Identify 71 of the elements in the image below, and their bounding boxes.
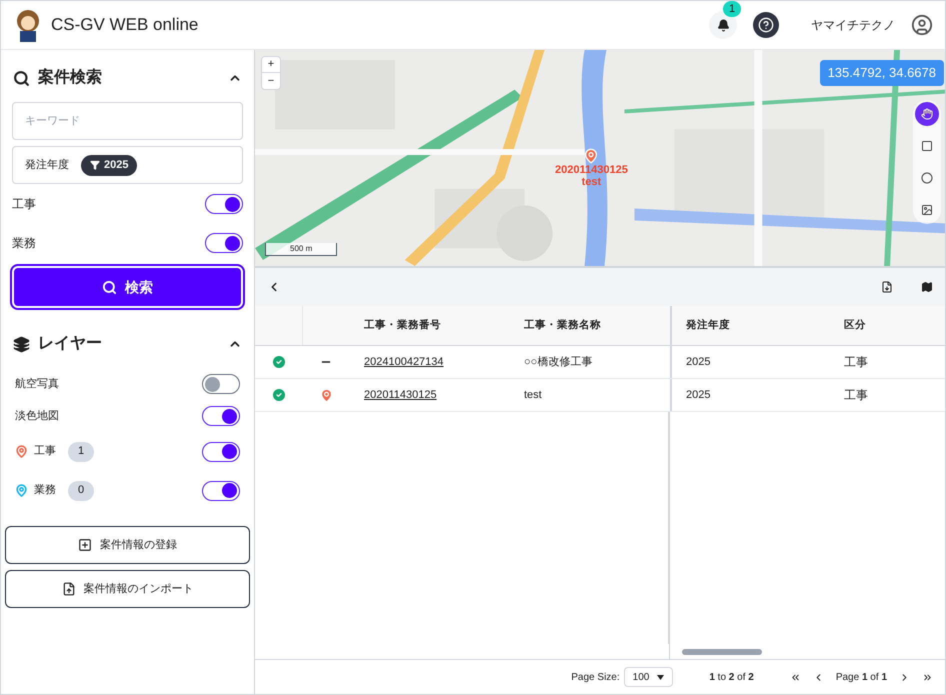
table-cell-text: 工事 [843,354,869,371]
project-number-link[interactable]: 202011430125 [350,386,510,404]
coordinates-label: 135.4792, 34.6678 [820,60,944,86]
toggle-switch[interactable] [202,480,240,500]
toggle-switch[interactable] [205,233,243,253]
count-badge: 0 [68,480,94,500]
table-cell-text: ○○橋改修工事 [523,354,594,370]
action-button[interactable]: 案件情報のインポート [5,570,250,608]
layer-label: 淡色地図 [15,408,59,424]
action-button[interactable]: 案件情報の登録 [5,526,250,564]
toggle-label: 業務 [12,235,36,252]
section-title: レイヤー [38,334,102,354]
layer-label: 工事 [34,444,56,460]
table-cell-text: 工事 [843,387,869,404]
toggle-switch[interactable] [202,406,240,426]
search-icon [102,280,117,294]
filter-label: 発注年度 [25,158,69,173]
notification-count: 1 [723,1,742,17]
page-size-label: Page Size: [571,670,620,684]
first-page-icon[interactable] [790,672,801,682]
column-header[interactable]: 発注年度 [670,306,830,345]
year-filter-field[interactable]: 発注年度 2025 [12,146,243,184]
plus-icon [78,538,92,552]
section-title: 案件検索 [38,67,102,88]
table-cell: 2025 [670,346,830,378]
toggle-label: 工事 [12,196,36,213]
app-title: CS-GV WEB online [51,14,198,36]
layer-label: 航空写真 [15,376,59,392]
notification-button[interactable] [709,11,737,39]
search-icon [13,70,30,86]
page-size-select[interactable]: 100 [624,667,674,687]
marker-label: 202011430125 [555,164,628,176]
count-badge: 1 [68,442,94,462]
keyword-field[interactable]: キーワード [12,102,243,140]
table-cell: 2025 [670,379,830,411]
layers-icon [13,336,30,352]
help-icon [758,17,774,33]
column-header[interactable]: 区分 [830,318,945,334]
upload-file-icon [62,582,76,596]
user-avatar-icon[interactable] [911,14,933,36]
scale-bar: 500 m [265,243,338,256]
bell-icon [716,18,730,32]
zoom-in-button[interactable]: + [262,57,280,73]
layer-label: 業務 [34,483,56,498]
row-range: 1 to 2 of 2 [709,670,754,684]
last-page-icon[interactable] [922,672,933,682]
dropdown-caret-icon [657,674,664,680]
map-icon[interactable] [921,281,933,293]
column-header[interactable]: 工事・業務名称 [510,318,670,334]
marker-sublabel: test [582,176,602,188]
circle-icon [921,172,933,184]
year-chip[interactable]: 2025 [81,154,138,176]
table-cell-text: test [523,388,543,403]
column-header[interactable]: 工事・業務番号 [350,318,510,334]
square-icon [921,140,933,152]
toggle-switch[interactable] [205,194,243,214]
hand-icon [921,108,933,120]
map-pin-icon [583,148,600,164]
help-button[interactable] [753,12,779,38]
filter-icon [90,160,100,170]
zoom-out-button[interactable]: − [262,73,280,89]
download-file-icon[interactable] [881,281,893,293]
image-icon [921,204,933,216]
toggle-switch[interactable] [202,442,240,462]
project-number-link[interactable]: 2024100427134 [350,354,510,370]
scrollbar-thumb[interactable] [682,648,762,654]
page-indicator: Page 1 of 1 [836,670,887,684]
map-tool-button[interactable] [915,102,939,126]
user-name: ヤマイチテクノ [811,17,895,34]
search-button[interactable]: 検索 [12,266,243,308]
toggle-switch[interactable] [202,374,240,394]
